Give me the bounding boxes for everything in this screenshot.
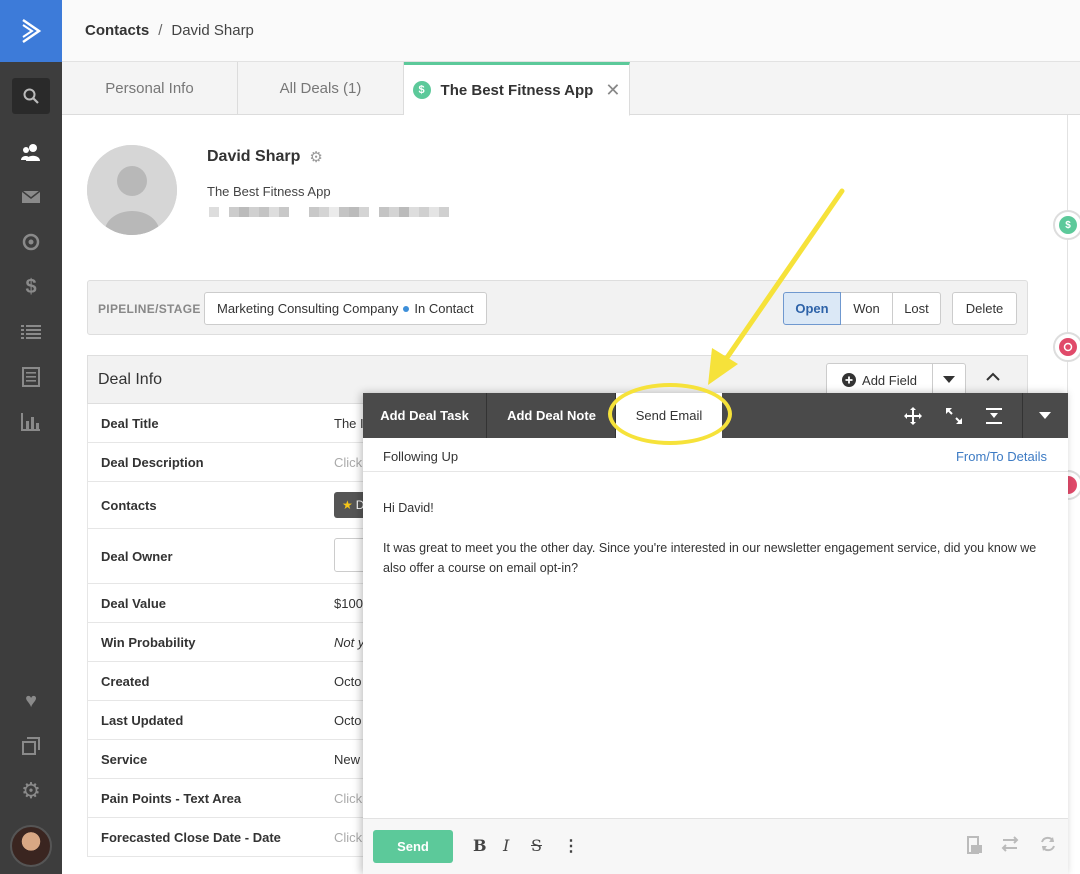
annotation-arrow: [708, 188, 845, 385]
annotation-highlight: [608, 383, 732, 445]
